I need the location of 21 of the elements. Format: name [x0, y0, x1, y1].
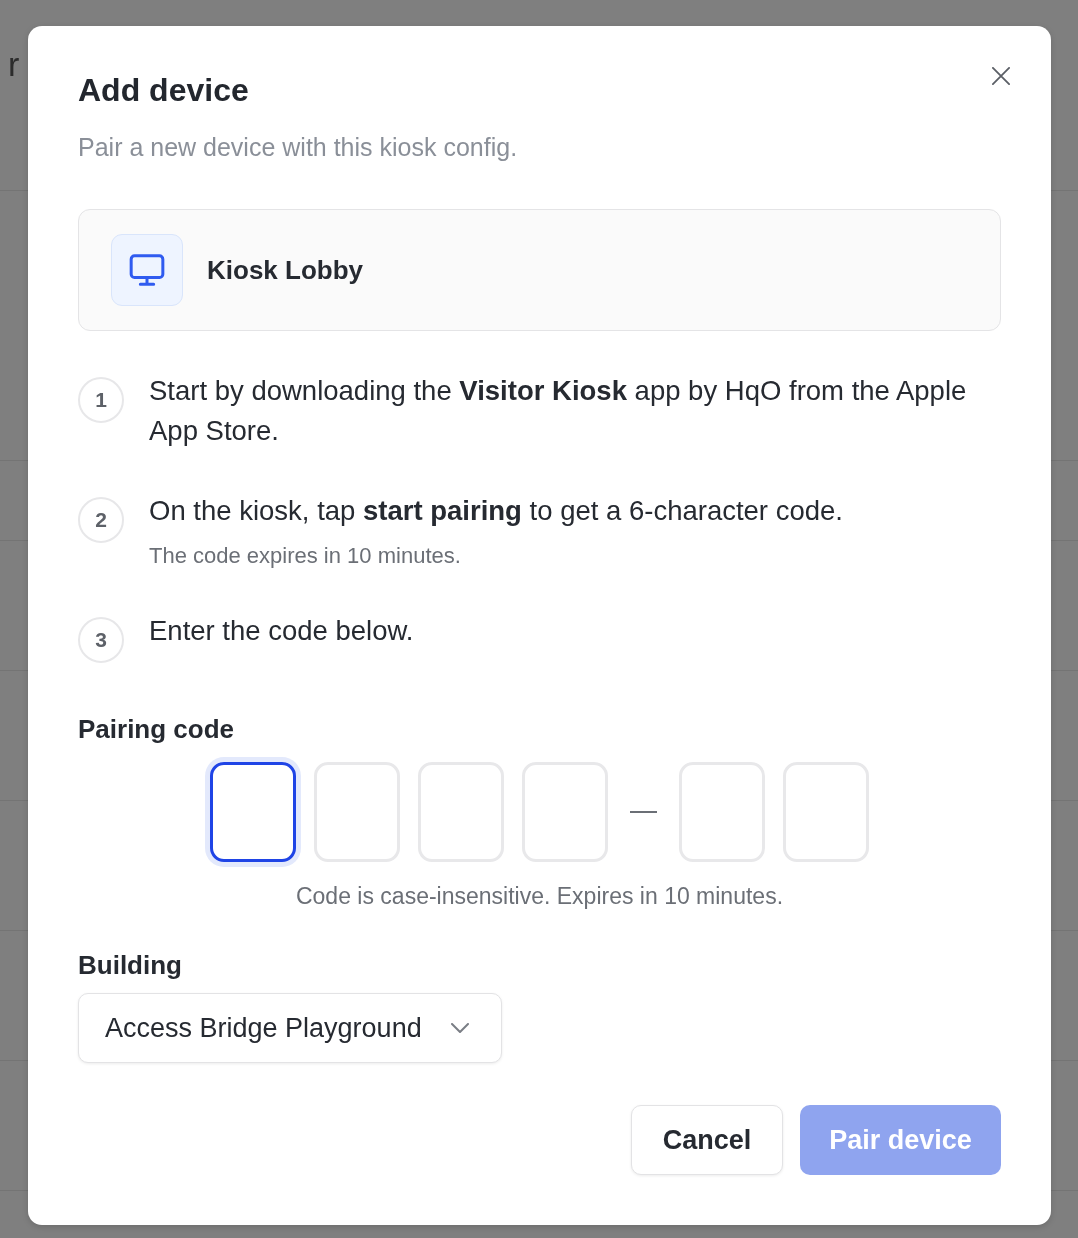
step-number: 1 [78, 377, 124, 423]
pairing-code-label: Pairing code [78, 713, 236, 746]
code-input-field[interactable] [210, 762, 296, 862]
step-number: 2 [78, 497, 124, 543]
step-note: The code expires in 10 minutes. [149, 542, 462, 570]
dash-icon [630, 811, 657, 813]
monitor-icon [111, 234, 183, 306]
building-select[interactable]: Access Bridge Playground [78, 993, 502, 1063]
building-label: Building [78, 949, 183, 982]
chevron-down-icon [451, 1023, 469, 1033]
step-number: 3 [78, 617, 124, 663]
dialog-title: Add device [78, 71, 250, 110]
page-heading-fragment: r [8, 45, 20, 83]
step-text: Start by downloading the Visitor Kiosk app by HqO from the Apple App Store. [149, 374, 968, 448]
device-name: Kiosk Lobby [207, 254, 363, 286]
cancel-button[interactable]: Cancel [631, 1105, 783, 1175]
code-hint: Code is case-insensitive. Expires in 10 minutes. [294, 882, 785, 911]
step-text: On the kiosk, tap start pairing to get a 6-character code. [149, 494, 844, 528]
step-text: Enter the code below. [149, 614, 415, 648]
close-icon[interactable] [992, 67, 1010, 85]
dialog-subtitle: Pair a new device with this kiosk config. [78, 132, 519, 163]
